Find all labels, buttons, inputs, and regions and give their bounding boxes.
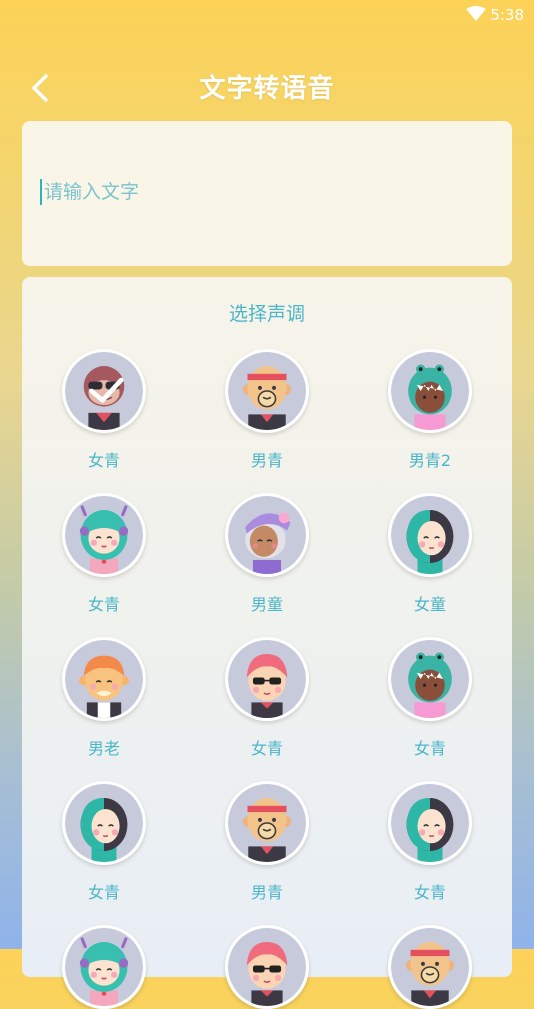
voice-section-title: 选择声调 <box>228 303 305 325</box>
voice-option[interactable]: 男青 <box>207 349 327 471</box>
voice-label: 男老 <box>87 739 120 758</box>
voice-avatar <box>388 493 472 577</box>
voice-avatar <box>225 925 309 1009</box>
voice-option[interactable]: 女青 <box>44 349 164 471</box>
status-bar: 5:38 <box>0 0 534 28</box>
voice-avatar <box>225 349 309 433</box>
voice-label: 女青 <box>87 883 120 902</box>
voice-option[interactable]: 女童 <box>370 493 490 615</box>
status-time: 5:38 <box>490 6 524 24</box>
voice-avatar <box>62 925 146 1009</box>
voice-option[interactable]: 女青 <box>44 781 164 903</box>
voice-avatar <box>225 637 309 721</box>
voice-avatar <box>388 349 472 433</box>
voice-option[interactable]: 男老 <box>44 637 164 759</box>
wifi-icon <box>466 6 486 21</box>
voice-avatar <box>62 493 146 577</box>
voice-label: 男青 <box>250 883 283 902</box>
voice-option[interactable]: 女青 <box>44 493 164 615</box>
voice-option[interactable] <box>44 925 164 1009</box>
voice-option[interactable]: 女青 <box>370 637 490 759</box>
voice-label: 女青 <box>250 739 283 758</box>
voice-option[interactable] <box>370 925 490 1009</box>
voice-avatar <box>62 349 146 433</box>
voice-label: 女青 <box>413 739 446 758</box>
voice-option[interactable]: 男青2 <box>370 349 490 471</box>
voice-label: 女青 <box>413 883 446 902</box>
voice-avatar <box>62 781 146 865</box>
voice-avatar <box>225 781 309 865</box>
voice-label: 女青 <box>87 451 120 470</box>
voice-option[interactable] <box>207 925 327 1009</box>
text-input-card <box>22 121 512 266</box>
voice-avatar <box>225 493 309 577</box>
voice-option[interactable]: 女青 <box>207 637 327 759</box>
voice-avatar <box>388 925 472 1009</box>
voice-label: 女童 <box>413 595 446 614</box>
voice-avatar <box>62 637 146 721</box>
voice-avatar <box>388 781 472 865</box>
voice-option[interactable]: 男童 <box>207 493 327 615</box>
voice-label: 男童 <box>250 595 283 614</box>
text-input[interactable] <box>40 179 484 205</box>
voice-label: 女青 <box>87 595 120 614</box>
voice-option[interactable]: 男青 <box>207 781 327 903</box>
voice-option[interactable]: 女青 <box>370 781 490 903</box>
voice-label: 男青2 <box>408 451 452 470</box>
voice-avatar <box>388 637 472 721</box>
voice-selection-card: 选择声调 女青 男青 男青2 女青 男童 女童 男老 女青 女青 女青 男青 女青 <box>22 277 512 1009</box>
voice-label: 男青 <box>250 451 283 470</box>
page-title: 文字转语音 <box>199 74 335 104</box>
